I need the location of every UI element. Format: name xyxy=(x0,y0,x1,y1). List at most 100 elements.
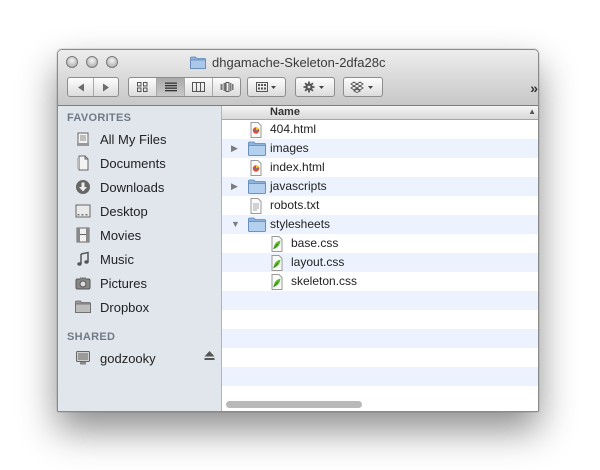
file-name: skeleton.css xyxy=(291,274,358,288)
coverflow-view-icon xyxy=(220,82,233,92)
html-file-icon xyxy=(248,122,264,138)
empty-row xyxy=(222,367,538,386)
back-arrow-icon xyxy=(77,83,84,91)
file-row[interactable]: index.html xyxy=(222,158,538,177)
sidebar-item-label: Dropbox xyxy=(100,299,150,315)
dropbox-button[interactable] xyxy=(344,78,382,96)
file-row[interactable]: layout.css xyxy=(222,253,538,272)
toolbar-overflow-button[interactable]: » xyxy=(530,80,538,96)
sidebar-item-downloads[interactable]: Downloads xyxy=(74,177,214,197)
html-file-icon xyxy=(248,160,264,176)
window-title-text: dhgamache-Skeleton-2dfa28c xyxy=(212,54,386,70)
file-row[interactable]: skeleton.css xyxy=(222,272,538,291)
sidebar-item-music[interactable]: Music xyxy=(74,249,214,269)
icon-view-icon xyxy=(137,82,148,92)
file-name: 404.html xyxy=(270,122,317,136)
folder-icon xyxy=(248,179,266,195)
name-column-header[interactable]: Name ▲ xyxy=(222,106,538,120)
eject-icon[interactable] xyxy=(204,350,215,364)
finder-window: dhgamache-Skeleton-2dfa28c » FAVORITES A… xyxy=(57,49,539,412)
action-button[interactable] xyxy=(296,78,334,96)
sidebar-item-label: Pictures xyxy=(100,275,147,291)
zoom-button[interactable] xyxy=(106,56,118,68)
list-view-button[interactable] xyxy=(157,78,185,96)
file-name: javascripts xyxy=(270,179,327,193)
column-view-button[interactable] xyxy=(185,78,213,96)
dropbox-icon xyxy=(350,81,373,93)
horizontal-scrollbar[interactable] xyxy=(226,401,362,408)
sort-ascending-icon: ▲ xyxy=(528,107,536,116)
folder-icon xyxy=(74,298,92,316)
sidebar-item-label: godzooky xyxy=(100,350,156,366)
favorites-heading: FAVORITES xyxy=(67,112,132,124)
name-column-label: Name xyxy=(270,106,300,118)
file-name: robots.txt xyxy=(270,198,320,212)
back-button[interactable] xyxy=(68,78,94,96)
close-button[interactable] xyxy=(66,56,78,68)
disclosure-collapsed-icon[interactable]: ▶ xyxy=(231,143,238,154)
desktop-icon xyxy=(74,202,92,220)
sidebar-item-label: Music xyxy=(100,251,134,267)
file-row[interactable]: ▶ javascripts xyxy=(222,177,538,196)
empty-row xyxy=(222,291,538,310)
empty-row xyxy=(222,348,538,367)
file-row[interactable]: base.css xyxy=(222,234,538,253)
file-name: images xyxy=(270,141,309,155)
action-group xyxy=(295,77,335,97)
css-file-icon xyxy=(269,236,285,252)
sidebar-item-all-my-files[interactable]: All My Files xyxy=(74,129,214,149)
view-mode-group xyxy=(128,77,241,97)
folder-icon xyxy=(248,141,266,157)
file-row[interactable]: 404.html xyxy=(222,120,538,139)
movies-icon xyxy=(74,226,92,244)
nav-group xyxy=(67,77,119,97)
sidebar-item-documents[interactable]: Documents xyxy=(74,153,214,173)
folder-icon xyxy=(190,56,206,69)
file-name: base.css xyxy=(291,236,339,250)
empty-row xyxy=(222,310,538,329)
minimize-button[interactable] xyxy=(86,56,98,68)
file-row[interactable]: ▶ images xyxy=(222,139,538,158)
titlebar: dhgamache-Skeleton-2dfa28c » xyxy=(58,50,538,106)
css-file-icon xyxy=(269,274,285,290)
folder-icon xyxy=(248,217,266,233)
music-icon xyxy=(74,250,92,268)
list-view-icon xyxy=(164,82,177,92)
coverflow-view-button[interactable] xyxy=(213,78,240,96)
file-name: layout.css xyxy=(291,255,345,269)
sidebar-item-label: All My Files xyxy=(100,131,167,147)
file-name: stylesheets xyxy=(270,217,331,231)
all-files-icon xyxy=(74,130,92,148)
sidebar-item-movies[interactable]: Movies xyxy=(74,225,214,245)
forward-arrow-icon xyxy=(103,83,109,91)
window-title: dhgamache-Skeleton-2dfa28c xyxy=(190,53,385,71)
file-row[interactable]: ▼ stylesheets xyxy=(222,215,538,234)
gear-icon xyxy=(303,81,324,93)
arrange-icon xyxy=(255,82,276,92)
file-name: index.html xyxy=(270,160,325,174)
shared-heading: SHARED xyxy=(67,331,116,343)
empty-row xyxy=(222,329,538,348)
arrange-group xyxy=(247,77,286,97)
disclosure-collapsed-icon[interactable]: ▶ xyxy=(231,181,238,192)
camera-icon xyxy=(74,274,92,292)
file-rows: 404.html ▶ images index.html ▶ javascripts rob… xyxy=(222,120,538,405)
column-view-icon xyxy=(192,82,205,92)
documents-icon xyxy=(74,154,92,172)
sidebar-item-dropbox[interactable]: Dropbox xyxy=(74,297,214,317)
dropbox-group xyxy=(343,77,383,97)
sidebar: FAVORITES All My Files Documents Downloa… xyxy=(58,106,222,411)
file-row[interactable]: robots.txt xyxy=(222,196,538,215)
forward-button[interactable] xyxy=(94,78,118,96)
icon-view-button[interactable] xyxy=(129,78,157,96)
sidebar-item-desktop[interactable]: Desktop xyxy=(74,201,214,221)
sidebar-item-label: Desktop xyxy=(100,203,148,219)
sidebar-item-label: Movies xyxy=(100,227,142,243)
disclosure-expanded-icon[interactable]: ▼ xyxy=(231,219,240,229)
sidebar-item-label: Documents xyxy=(100,155,166,171)
sidebar-item-godzooky[interactable]: godzooky xyxy=(74,348,214,368)
sidebar-item-pictures[interactable]: Pictures xyxy=(74,273,214,293)
arrange-button[interactable] xyxy=(248,78,285,96)
computer-icon xyxy=(74,349,92,367)
css-file-icon xyxy=(269,255,285,271)
